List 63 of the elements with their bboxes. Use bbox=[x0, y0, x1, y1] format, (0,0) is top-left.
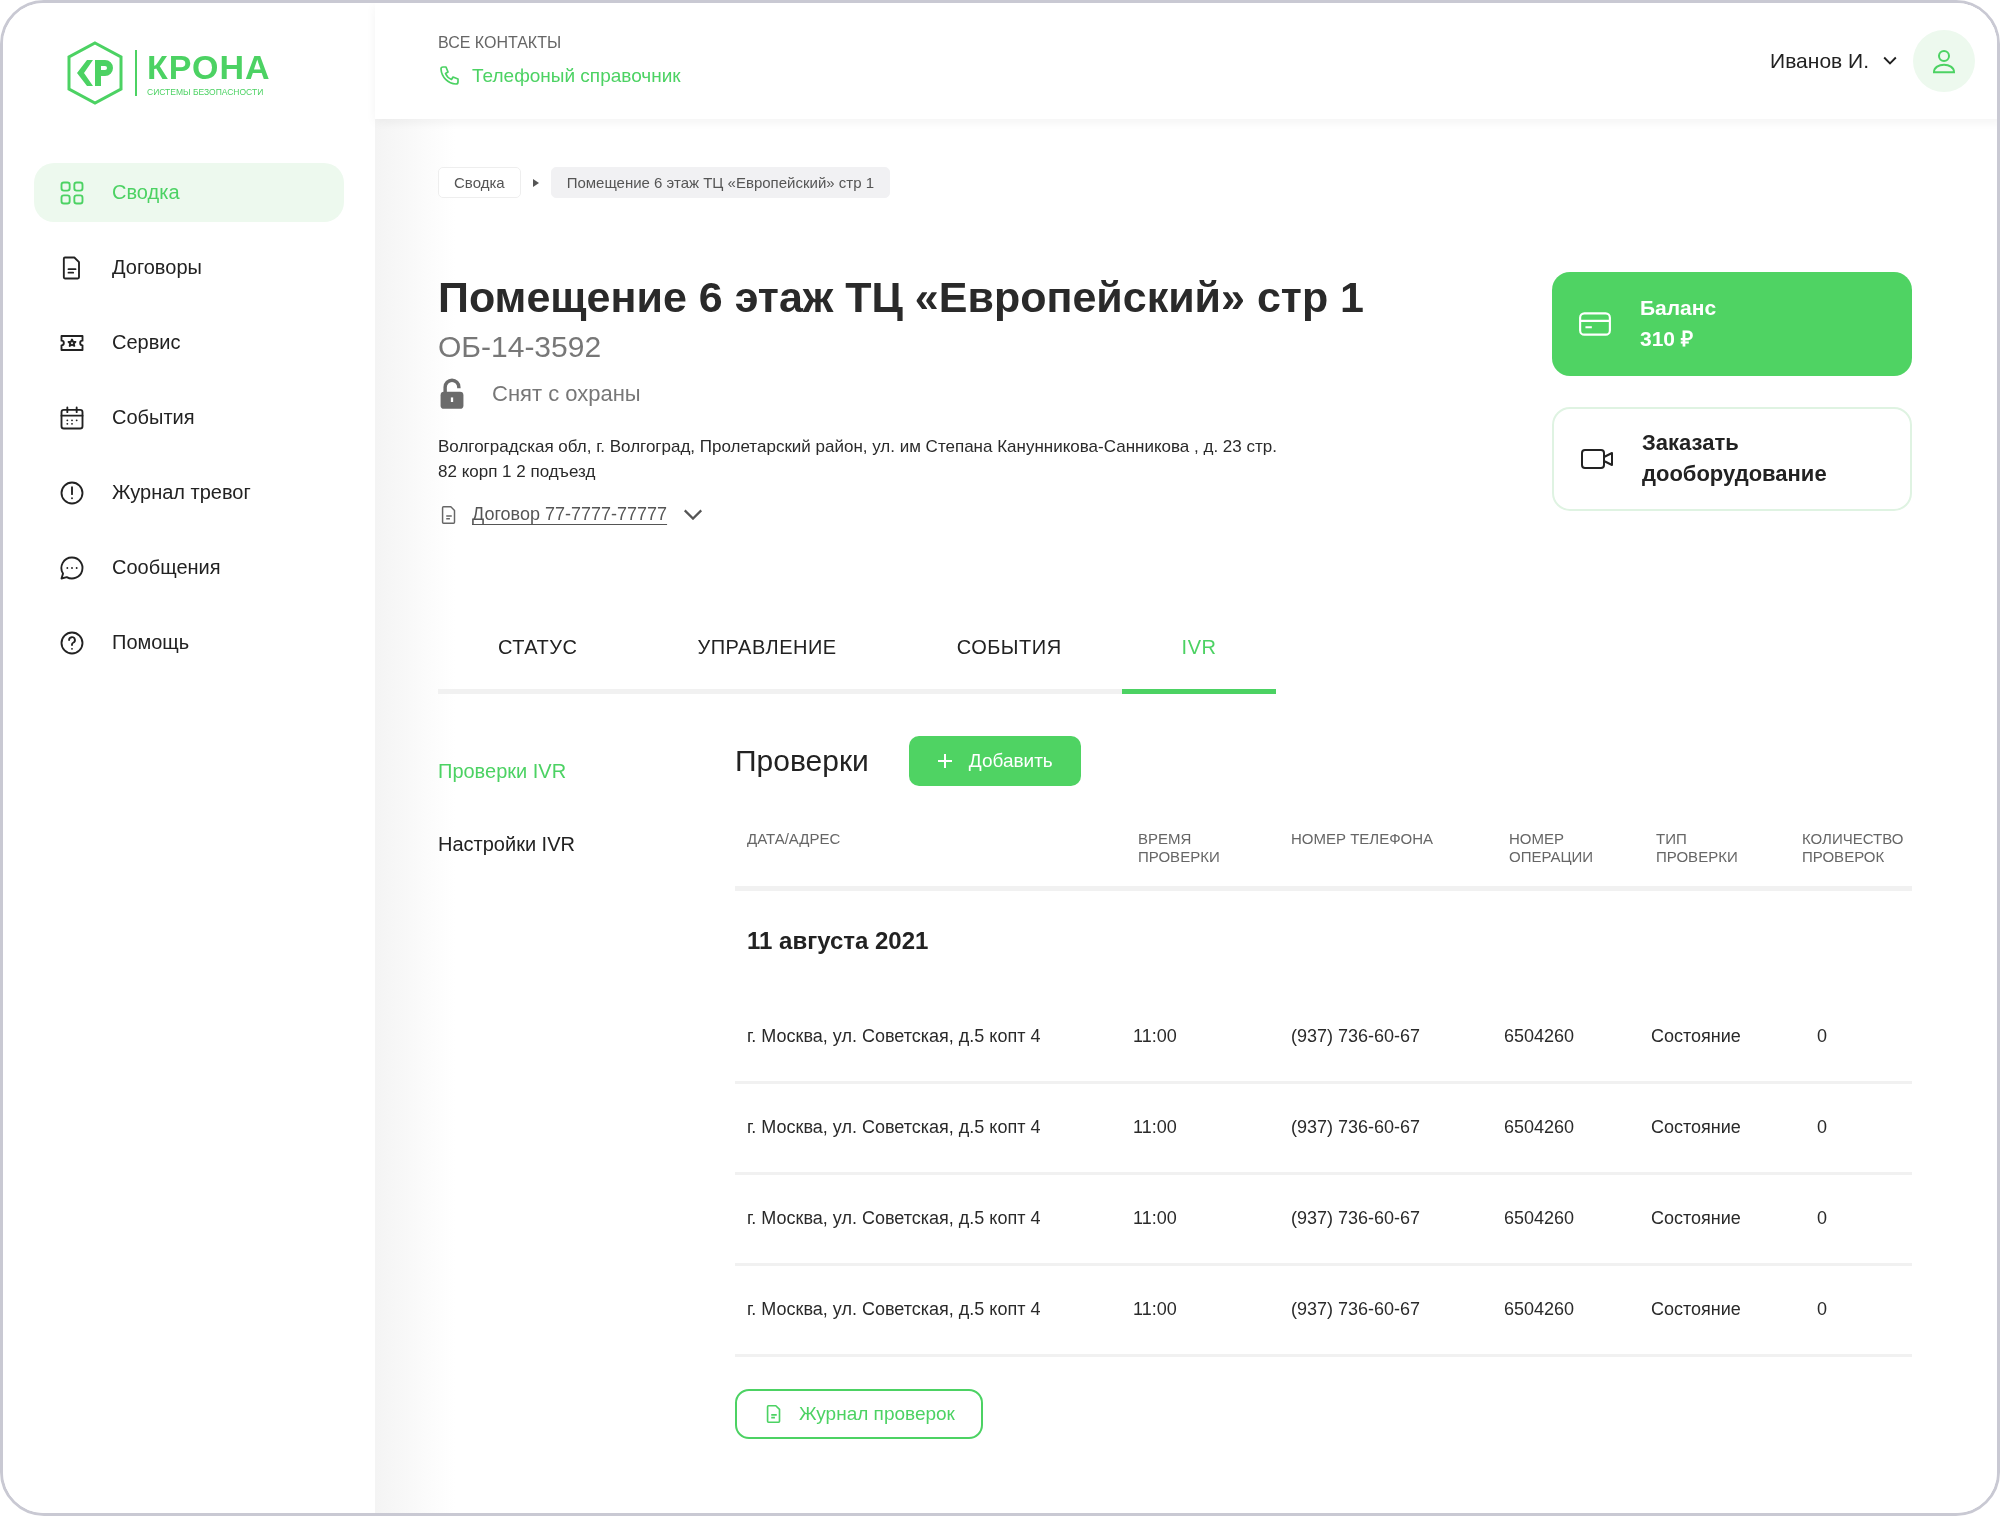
contacts-label: ВСЕ КОНТАКТЫ bbox=[438, 34, 563, 52]
sidebar-item[interactable]: Сообщения bbox=[34, 538, 344, 597]
logo-name: КРОНА bbox=[147, 49, 271, 84]
table-cell-text: 0 bbox=[1816, 1026, 1828, 1048]
table-cell-text: г. Москва, ул. Советская, д.5 копт 4 bbox=[747, 1026, 1042, 1048]
column-header: ТИП ПРОВЕРКИ bbox=[1656, 829, 1739, 866]
date-group-heading: 11 августа 2021 bbox=[746, 925, 930, 956]
column-header: ВРЕМЯ ПРОВЕРКИ bbox=[1138, 829, 1221, 866]
table-cell-text: г. Москва, ул. Советская, д.5 копт 4 bbox=[747, 1208, 1042, 1230]
table-cell-text: Состояние bbox=[1651, 1026, 1742, 1048]
phone-icon bbox=[438, 64, 462, 88]
sidebar-item[interactable]: Помощь bbox=[34, 613, 344, 672]
table-cell-text: 0 bbox=[1816, 1208, 1828, 1230]
column-header: ДАТА/АДРЕС bbox=[747, 829, 842, 849]
chevron-down-icon bbox=[1883, 56, 1897, 66]
table-cell-text: 6504260 bbox=[1504, 1026, 1576, 1048]
table-cell-text: 11:00 bbox=[1133, 1299, 1178, 1321]
table-cell-text: 6504260 bbox=[1504, 1208, 1576, 1230]
table-cell-text: 0 bbox=[1816, 1299, 1828, 1321]
sidebar-item[interactable]: Сервис bbox=[34, 313, 344, 372]
sidebar-item[interactable]: Журнал тревог bbox=[34, 463, 344, 522]
chevron-down-icon[interactable] bbox=[683, 509, 704, 521]
object-title: Помещение 6 этаж ТЦ «Европейский» стр 1 bbox=[438, 272, 1365, 323]
status-text: Снят с охраны bbox=[492, 380, 641, 407]
table-cell-text: г. Москва, ул. Советская, д.5 копт 4 bbox=[747, 1299, 1042, 1321]
table-cell-text: (937) 736-60-67 bbox=[1291, 1208, 1422, 1230]
table-cell-text: (937) 736-60-67 bbox=[1291, 1026, 1422, 1048]
table-cell-text: Состояние bbox=[1651, 1117, 1742, 1139]
table-cell-text: 11:00 bbox=[1133, 1208, 1178, 1230]
logo-tagline: СИСТЕМЫ БЕЗОПАСНОСТИ bbox=[147, 86, 265, 97]
table-cell-text: 11:00 bbox=[1133, 1117, 1178, 1139]
user-menu[interactable]: Иванов И. bbox=[1770, 49, 1897, 73]
table-cell-text: 6504260 bbox=[1504, 1299, 1576, 1321]
tab[interactable]: УПРАВЛЕНИЕ bbox=[637, 635, 897, 694]
tab[interactable]: СТАТУС bbox=[438, 635, 638, 694]
table-cell-text: 11:00 bbox=[1133, 1026, 1178, 1048]
breadcrumb-separator-icon bbox=[532, 178, 539, 187]
sidebar-item[interactable]: События bbox=[34, 388, 344, 447]
column-header: НОМЕР ОПЕРАЦИИ bbox=[1509, 829, 1595, 866]
table-cell-text: Состояние bbox=[1651, 1208, 1742, 1230]
section-title: Проверки bbox=[735, 743, 869, 778]
balance-label: Баланс bbox=[1640, 296, 1717, 320]
table-cell-text: 6504260 bbox=[1504, 1117, 1576, 1139]
card-icon bbox=[1578, 310, 1612, 338]
table-cell-text: (937) 736-60-67 bbox=[1291, 1117, 1422, 1139]
balance-amount: 310 ₽ bbox=[1640, 326, 1694, 352]
logo-icon bbox=[65, 40, 125, 106]
table-cell-text: 0 bbox=[1816, 1117, 1828, 1139]
table-cell-text: г. Москва, ул. Советская, д.5 копт 4 bbox=[747, 1117, 1042, 1139]
column-header: КОЛИЧЕСТВО ПРОВЕРОК bbox=[1802, 829, 1905, 866]
plus-icon bbox=[936, 752, 953, 769]
table-cell-text: Состояние bbox=[1651, 1299, 1742, 1321]
table-cell-text: (937) 736-60-67 bbox=[1291, 1299, 1422, 1321]
breadcrumb[interactable]: Сводка bbox=[438, 167, 521, 198]
sidebar-item[interactable]: Договоры bbox=[34, 238, 344, 297]
contract-link[interactable]: Договор 77-7777-77777 bbox=[472, 504, 668, 526]
object-address: Волгоградская обл, г. Волгоград, Пролетарский район, ул. им Степана Канунникова-Санникова , д. 23 стр. 82 корп 1 2 подъезд bbox=[438, 435, 1278, 483]
column-header: НОМЕР ТЕЛЕФОНА bbox=[1291, 829, 1435, 849]
breadcrumb[interactable]: Помещение 6 этаж ТЦ «Европейский» стр 1 bbox=[550, 167, 890, 198]
subnav-item[interactable]: Настройки IVR bbox=[438, 832, 735, 856]
tab[interactable]: СОБЫТИЯ bbox=[896, 635, 1122, 694]
order-equipment-button[interactable]: Заказать дооборудование bbox=[1552, 407, 1912, 511]
object-code: ОБ-14-3592 bbox=[438, 329, 603, 364]
